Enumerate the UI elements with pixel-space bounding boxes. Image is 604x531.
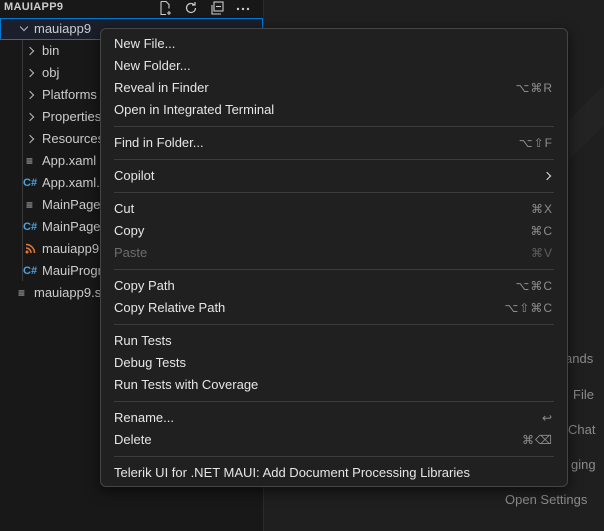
menu-item-run-tests-coverage[interactable]: Run Tests with Coverage [101,374,567,396]
rss-icon [25,238,36,261]
chevron-right-icon [25,112,35,122]
menu-separator [114,159,554,160]
menu-separator [114,324,554,325]
menu-item-copy-relative-path[interactable]: Copy Relative Path ⌥⇧⌘C [101,297,567,319]
menu-item-copilot[interactable]: Copilot [101,165,567,187]
menu-item-copy-path[interactable]: Copy Path ⌥⌘C [101,275,567,297]
menu-item-label: Debug Tests [114,355,187,370]
tree-item-label: App.xaml [42,153,97,168]
menu-item-new-folder[interactable]: New Folder... [101,55,567,77]
explorer-actions [157,0,251,16]
menu-shortcut: ⌘V [530,246,553,260]
menu-shortcut: ⌥⇧F [518,136,553,150]
menu-item-label: Run Tests with Coverage [114,377,259,392]
chevron-down-icon [19,22,29,32]
menu-shortcut: ⌘⌫ [522,433,553,447]
tree-item-label: obj [42,65,60,80]
tree-item-label: bin [42,43,60,58]
menu-item-label: Copy [114,223,145,238]
chevron-right-icon [25,46,35,56]
menu-item-debug-tests[interactable]: Debug Tests [101,352,567,374]
menu-item-run-tests[interactable]: Run Tests [101,330,567,352]
tree-item-label: Properties [42,109,102,124]
menu-item-label: Reveal in Finder [114,80,209,95]
menu-separator [114,126,554,127]
menu-item-label: Open in Integrated Terminal [114,102,275,117]
chevron-right-icon [25,68,35,78]
refresh-icon[interactable] [183,0,199,16]
welcome-open-settings[interactable]: Open Settings [505,492,587,507]
menu-separator [114,401,554,402]
menu-shortcut: ⌘X [530,202,553,216]
welcome-command-fragment[interactable]: ands [565,351,593,366]
welcome-command-fragment[interactable]: Chat [568,422,595,437]
menu-shortcut: ⌘C [530,224,553,238]
tree-item-label: mauiapp9 [34,21,92,36]
menu-item-label: Paste [114,245,148,260]
menu-shortcut: ↩ [541,411,553,425]
csharp-file-icon: C# [23,177,38,189]
menu-shortcut: ⌥⌘C [515,279,553,293]
csharp-file-icon: C# [23,221,38,233]
menu-item-open-terminal[interactable]: Open in Integrated Terminal [101,99,567,121]
menu-item-delete[interactable]: Delete ⌘⌫ [101,429,567,451]
tree-item-label: Resources [42,131,105,146]
menu-item-label: Copy Relative Path [114,300,226,315]
text-file-icon: ≡ [26,154,34,168]
chevron-right-icon [25,90,35,100]
new-file-icon[interactable] [157,0,173,16]
menu-separator [114,192,554,193]
text-file-icon: ≡ [26,198,34,212]
welcome-command-fragment[interactable]: ging [571,457,596,472]
menu-item-rename[interactable]: Rename... ↩ [101,407,567,429]
menu-separator [114,456,554,457]
menu-item-new-file[interactable]: New File... [101,33,567,55]
menu-item-paste: Paste ⌘V [101,242,567,264]
menu-separator [114,269,554,270]
menu-item-label: Find in Folder... [114,135,204,150]
explorer-section-header[interactable]: MAUIAPP9 [0,0,263,17]
menu-item-label: Cut [114,201,135,216]
menu-shortcut: ⌥⇧⌘C [504,301,553,315]
chevron-right-icon [25,134,35,144]
explorer-root-title: MAUIAPP9 [4,1,64,13]
menu-item-telerik-add-libraries[interactable]: Telerik UI for .NET MAUI: Add Document P… [101,462,567,484]
menu-item-find-in-folder[interactable]: Find in Folder... ⌥⇧F [101,132,567,154]
menu-item-cut[interactable]: Cut ⌘X [101,198,567,220]
context-menu: New File... New Folder... Reveal in Find… [100,28,568,487]
menu-item-label: Telerik UI for .NET MAUI: Add Document P… [114,465,470,480]
menu-item-label: Copilot [114,168,155,183]
collapse-all-icon[interactable] [209,0,225,16]
menu-shortcut: ⌥⌘R [515,81,553,95]
menu-item-label: Rename... [114,410,174,425]
text-file-icon: ≡ [18,286,26,300]
more-icon[interactable] [235,0,251,16]
tree-item-label: Platforms [42,87,97,102]
menu-item-label: New File... [114,36,176,51]
csharp-file-icon: C# [23,265,38,277]
menu-item-label: Run Tests [114,333,172,348]
menu-item-copy[interactable]: Copy ⌘C [101,220,567,242]
submenu-arrow-icon [542,171,552,181]
menu-item-label: Delete [114,432,152,447]
menu-item-label: Copy Path [114,278,175,293]
menu-item-reveal-in-finder[interactable]: Reveal in Finder ⌥⌘R [101,77,567,99]
welcome-command-fragment[interactable]: File [573,387,594,402]
menu-item-label: New Folder... [114,58,191,73]
